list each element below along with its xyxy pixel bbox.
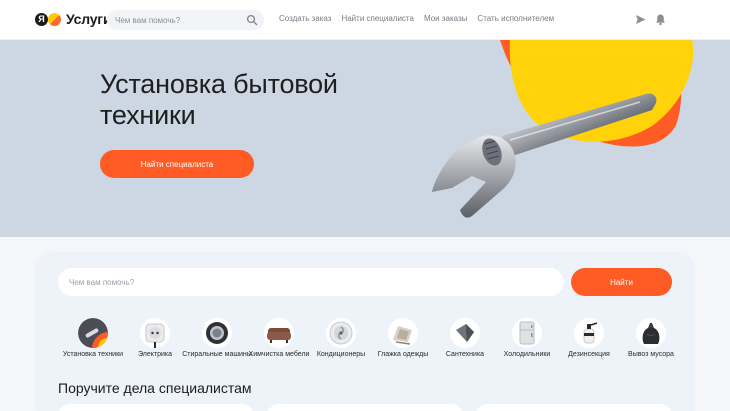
nav-my-orders[interactable]: Мои заказы	[424, 14, 467, 23]
service-card[interactable]	[267, 404, 463, 411]
sprayer-icon	[574, 318, 604, 348]
nav-find-specialist[interactable]: Найти специалиста	[341, 14, 414, 23]
iron-icon	[388, 318, 418, 348]
service-card[interactable]	[476, 404, 672, 411]
yandex-logo-icon: Я	[35, 12, 48, 26]
send-icon[interactable]	[634, 13, 647, 26]
category-list: Установка техники Электрика Стиральные м…	[53, 318, 674, 368]
fan-icon	[326, 318, 356, 348]
header-search[interactable]	[107, 10, 264, 30]
logo[interactable]: Я Услуги	[35, 11, 112, 27]
category-label: Вывоз мусора	[628, 351, 674, 358]
find-specialist-button[interactable]: Найти специалиста	[100, 150, 254, 178]
main-search-input[interactable]	[69, 275, 549, 289]
search-icon[interactable]	[246, 14, 258, 26]
main-search[interactable]	[58, 268, 564, 296]
service-cards	[58, 404, 672, 411]
header: Я Услуги Создать заказ Найти специалиста…	[0, 0, 730, 40]
section-title: Поручите дела специалистам	[58, 380, 252, 396]
washing-machine-icon	[202, 318, 232, 348]
socket-icon	[140, 318, 170, 348]
nav-create-order[interactable]: Создать заказ	[279, 14, 331, 23]
hero-banner: Установка бытовой техники Найти специали…	[0, 40, 730, 237]
hero-title: Установка бытовой техники	[100, 69, 338, 130]
service-card[interactable]	[58, 404, 254, 411]
wrench-icon	[78, 318, 108, 348]
faucet-icon	[450, 318, 480, 348]
services-logo-icon	[48, 12, 61, 26]
sofa-icon	[264, 318, 294, 348]
main-nav: Создать заказ Найти специалиста Мои зака…	[279, 14, 554, 23]
find-button[interactable]: Найти	[571, 268, 672, 296]
category-garbage-removal[interactable]: Вывоз мусора	[611, 318, 691, 368]
trash-bag-icon	[636, 318, 666, 348]
fridge-icon	[512, 318, 542, 348]
header-search-input[interactable]	[115, 13, 245, 27]
logo-text: Услуги	[66, 11, 112, 27]
wrench-icon	[432, 40, 694, 218]
nav-become-executor[interactable]: Стать исполнителем	[477, 14, 554, 23]
bell-icon[interactable]	[654, 13, 667, 26]
main-card: Найти Установка техники	[35, 252, 695, 411]
